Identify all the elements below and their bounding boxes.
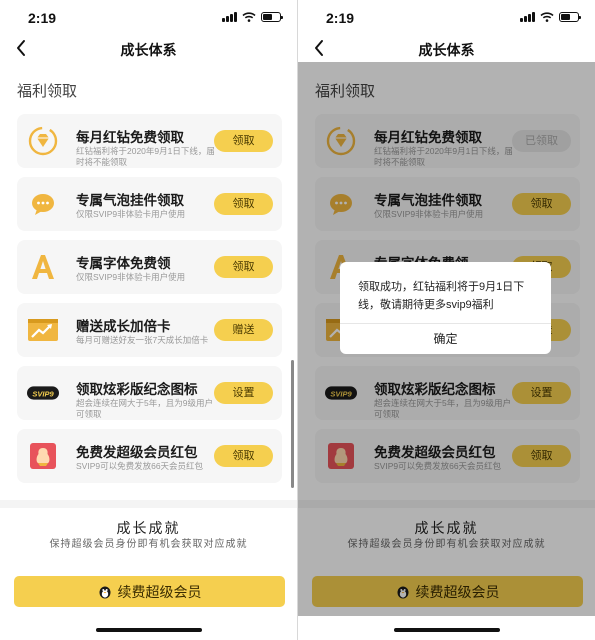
benefit-card-font: 专属字体免费领 仅限SVIP9非体验卡用户使用 领取	[17, 240, 282, 294]
red-envelope-icon	[27, 440, 59, 472]
card-subtitle: 仅限SVIP9非体验卡用户使用	[76, 209, 186, 219]
battery-icon	[559, 12, 581, 22]
home-indicator[interactable]	[394, 628, 500, 632]
card-subtitle: 仅限SVIP9非体验卡用户使用	[76, 272, 186, 282]
card-title: 每月红钻免费领取	[76, 130, 184, 145]
card-subtitle: SVIP9可以免费发放66天会员红包	[76, 461, 204, 471]
card-subtitle: 超会连续在网大于5年，且为9级用户可领取	[76, 398, 213, 419]
success-dialog: 领取成功，红钻福利将于9月1日下线，敬请期待更多svip9福利 确定	[340, 262, 551, 354]
claim-button[interactable]: 领取	[214, 256, 273, 278]
achievement-subtitle: 保持超级会员身份即有机会获取对应成就	[49, 539, 248, 550]
card-title: 领取炫彩版纪念图标	[76, 382, 198, 397]
dialog-message: 领取成功，红钻福利将于9月1日下线，敬请期待更多svip9福利	[358, 281, 525, 311]
benefit-card-red-envelope: 免费发超级会员红包 SVIP9可以免费发放66天会员红包 领取	[17, 429, 282, 483]
benefit-card-bubble: 专属气泡挂件领取 仅限SVIP9非体验卡用户使用 领取	[17, 177, 282, 231]
svip-badge-text: SVIP9	[32, 389, 54, 398]
nav-bar: 成长体系	[0, 36, 297, 62]
claim-button[interactable]: 领取	[214, 193, 273, 215]
svip9-badge-icon: SVIP9	[27, 377, 59, 409]
growth-card-icon	[27, 314, 59, 346]
section-separator	[0, 500, 297, 508]
status-time: 2:19	[326, 10, 355, 26]
card-subtitle: 红钻福利将于2020年9月1日下线，届时将不能领取	[76, 146, 215, 167]
claim-button[interactable]: 领取	[214, 130, 273, 152]
nav-bar: 成长体系	[298, 36, 595, 62]
red-diamond-icon	[27, 125, 59, 157]
card-title: 专属字体免费领	[76, 256, 171, 271]
benefit-card-growth: 赠送成长加倍卡 每月可赠送好友一张7天成长加倍卡 赠送	[17, 303, 282, 357]
card-title: 免费发超级会员红包	[76, 445, 198, 460]
page-title: 成长体系	[120, 42, 177, 58]
benefit-card-svip-icon: SVIP9 领取炫彩版纪念图标 超会连续在网大于5年，且为9级用户可领取 设置	[17, 366, 282, 420]
section-title: 福利领取	[17, 83, 78, 100]
cellular-signal-icon	[222, 12, 237, 22]
scrollbar[interactable]	[291, 360, 294, 488]
wifi-icon	[242, 12, 256, 22]
card-title: 专属气泡挂件领取	[76, 193, 184, 208]
card-subtitle: 每月可赠送好友一张7天成长加倍卡	[76, 335, 209, 345]
home-indicator[interactable]	[96, 628, 202, 632]
chat-bubble-icon	[27, 188, 59, 220]
set-button[interactable]: 设置	[214, 382, 273, 404]
gift-button[interactable]: 赠送	[214, 319, 273, 341]
dialog-confirm-button[interactable]: 确定	[340, 324, 551, 354]
penguin-icon	[99, 586, 110, 598]
wifi-icon	[540, 12, 554, 22]
status-icons	[520, 12, 581, 22]
status-bar: 2:19	[298, 0, 595, 36]
card-title: 赠送成长加倍卡	[76, 319, 171, 334]
cellular-signal-icon	[520, 12, 535, 22]
screen-left: 2:19 成长体系 福利领取 每月红钻免费领取 红钻福利将于2020年9月1日下…	[0, 0, 297, 640]
page-title: 成长体系	[418, 42, 475, 58]
status-time: 2:19	[28, 10, 57, 26]
screen-right: 2:19 成长体系 福利领取 每月红钻免费领取 红钻福利将于2020年9月1日下…	[298, 0, 595, 640]
renew-vip-label: 续费超级会员	[117, 583, 202, 600]
font-a-icon	[27, 251, 59, 283]
renew-vip-button[interactable]: 续费超级会员	[14, 576, 285, 607]
battery-icon	[261, 12, 283, 22]
status-icons	[222, 12, 283, 22]
benefit-card-red-diamond: 每月红钻免费领取 红钻福利将于2020年9月1日下线，届时将不能领取 领取	[17, 114, 282, 168]
claim-button[interactable]: 领取	[214, 445, 273, 467]
status-bar: 2:19	[0, 0, 297, 36]
